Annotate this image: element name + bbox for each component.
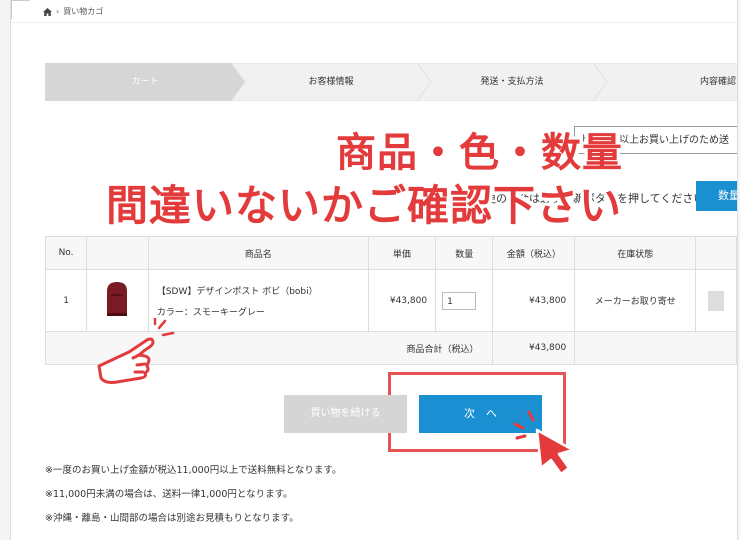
product-name[interactable]: 【SDW】デザインポスト ボビ（bobi） — [157, 284, 368, 297]
step-customer-info: お客様情報 — [231, 63, 431, 101]
col-name: 商品名 — [147, 236, 369, 270]
step-cart: カート — [45, 63, 245, 101]
col-unit-price: 単価 — [367, 236, 437, 270]
checkout-steps: カート お客様情報 発送・支払方法 内容確認 — [45, 63, 737, 101]
product-color: カラー：スモーキーグレー — [156, 307, 265, 318]
breadcrumb: › 買い物カゴ — [43, 6, 103, 17]
stock-status: メーカーお取り寄せ — [574, 269, 697, 332]
product-image — [107, 282, 128, 316]
step-confirm-label: 内容確認 — [699, 77, 736, 87]
col-no: No. — [44, 236, 88, 270]
overlay-heading: 商品・色・数量 — [336, 130, 623, 176]
col-amount: 金額（税込） — [492, 236, 576, 270]
page-frame: › 買い物カゴ カート お客様情報 発送・支払方法 内容確認 上記の円以上お買い… — [10, 0, 738, 540]
quantity-cell: 1 — [435, 269, 494, 332]
hand-pointer-icon — [97, 318, 175, 384]
row-no: 1 — [44, 269, 88, 332]
col-stock: 在庫状態 — [574, 236, 697, 270]
overlay-subheading: 間違いないかご確認下さい — [106, 181, 623, 230]
chevron-right-icon: › — [56, 7, 60, 16]
home-icon[interactable] — [43, 7, 52, 16]
col-quantity: 数量 — [435, 236, 494, 270]
step-cart-label: カート — [131, 77, 159, 87]
unit-price: ¥43,800 — [367, 269, 437, 332]
note-free-shipping: ※一度のお買い上げ金額が税込11,000円以上で送料無料となります。 — [45, 465, 342, 476]
table-header-row: No. 商品名 単価 数量 金額（税込） 在庫状態 — [44, 236, 737, 270]
cursor-arrow-icon — [513, 410, 575, 476]
step-customer-info-label: お客様情報 — [308, 77, 354, 87]
step-confirm: 内容確認 — [593, 63, 737, 101]
total-value: ¥43,800 — [492, 331, 576, 365]
note-remote-areas: ※沖縄・離島・山間部の場合は別途お見積もりとなります。 — [45, 513, 299, 524]
col-action — [695, 236, 737, 270]
step-shipping: 発送・支払方法 — [417, 63, 607, 101]
action-cell — [695, 269, 737, 332]
delete-button[interactable] — [708, 290, 725, 311]
continue-shopping-button[interactable]: 買い物を続ける — [284, 395, 407, 433]
divider — [11, 22, 737, 23]
amount: ¥43,800 — [492, 269, 576, 332]
corner-mark — [11, 0, 30, 19]
breadcrumb-current: 買い物カゴ — [63, 7, 104, 16]
step-shipping-label: 発送・支払方法 — [480, 77, 544, 87]
col-image — [86, 236, 149, 270]
total-filler — [574, 331, 737, 365]
update-button[interactable]: 数量 — [696, 181, 737, 211]
note-shipping-fee: ※11,000円未満の場合は、送料一律1,000円となります。 — [45, 489, 293, 500]
quantity-input[interactable]: 1 — [442, 291, 477, 310]
